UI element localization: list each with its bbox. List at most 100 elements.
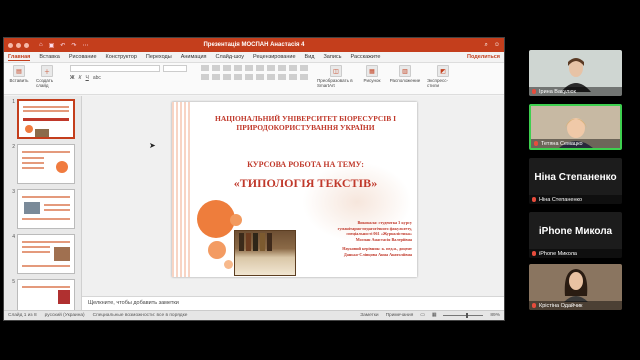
- tab-tell-me[interactable]: Расскажите: [351, 54, 381, 60]
- paste-button[interactable]: ▤ Вставить: [8, 65, 30, 83]
- tab-insert[interactable]: Вставка: [39, 54, 59, 60]
- slide-number: 1: [12, 99, 15, 105]
- slide-number: 2: [12, 144, 15, 150]
- language-indicator[interactable]: русский (Украина): [45, 313, 85, 318]
- university-title[interactable]: НАЦІОНАЛЬНИЙ УНІВЕРСИТЕТ БІОРЕСУРСІВ І П…: [202, 114, 409, 132]
- undo-icon[interactable]: ↶: [60, 42, 65, 49]
- slide-thumbnail[interactable]: 4: [7, 234, 81, 274]
- participant-name: Ірина Вакулюк: [539, 88, 576, 95]
- comments-toggle-button[interactable]: Примечания: [386, 313, 414, 318]
- tab-slideshow[interactable]: Слайд-шоу: [216, 54, 245, 60]
- advisor-line: Данько-Сліпцова Анна Анатоліївна: [343, 251, 412, 257]
- decor-circle: [208, 241, 226, 259]
- picture-label: Рисунок: [363, 78, 381, 83]
- muted-mic-icon: [532, 89, 536, 94]
- save-icon[interactable]: ▣: [49, 42, 55, 49]
- arrange-button[interactable]: ▥ Расположение: [389, 65, 421, 83]
- topic-title[interactable]: «ТИПОЛОГІЯ ТЕКСТІВ»: [202, 176, 409, 191]
- slide-number: 4: [12, 234, 15, 240]
- more-icon[interactable]: ⋯: [82, 42, 88, 49]
- notes-toggle-button[interactable]: Заметки: [360, 313, 378, 318]
- mouse-cursor-icon: ➤: [149, 141, 156, 150]
- decor-circle: [230, 214, 242, 226]
- muted-mic-icon: [534, 141, 538, 146]
- search-icon[interactable]: ⌕: [484, 42, 487, 49]
- maximize-window-button[interactable]: [24, 42, 29, 48]
- tab-draw[interactable]: Рисование: [69, 54, 97, 60]
- quick-styles-button[interactable]: ◩ Экспресс-стили: [427, 65, 459, 88]
- close-window-button[interactable]: [8, 42, 13, 48]
- slide-thumbnail-pane: 1 2 3 4 5: [4, 96, 82, 310]
- accessibility-status[interactable]: Специальные возможности: все в порядке: [93, 313, 188, 318]
- slide-thumbnail[interactable]: 3: [7, 189, 81, 229]
- powerpoint-window: ⌂ ▣ ↶ ↷ ⋯ Презентація МОСПАН Анастасія 4…: [3, 37, 505, 321]
- underline-button[interactable]: Ч: [85, 75, 88, 81]
- status-bar: Слайд 1 из 8 русский (Украина) Специальн…: [4, 310, 504, 320]
- new-slide-label: Создать слайд: [36, 78, 54, 88]
- decor-circle: [224, 260, 233, 269]
- slide-thumbnail[interactable]: 2: [7, 144, 81, 184]
- slide-number: 5: [12, 279, 15, 285]
- picture-button[interactable]: ▦ Рисунок: [361, 65, 383, 83]
- quick-styles-icon: ◩: [437, 65, 449, 77]
- decorative-stripes: [172, 102, 190, 277]
- current-slide[interactable]: НАЦІОНАЛЬНИЙ УНІВЕРСИТЕТ БІОРЕСУРСІВ І П…: [172, 102, 417, 277]
- tab-view[interactable]: Вид: [305, 54, 315, 60]
- alignment-controls[interactable]: [201, 74, 311, 80]
- list-controls[interactable]: [201, 65, 311, 71]
- minimize-window-button[interactable]: [16, 42, 21, 48]
- ribbon: ▤ Вставить ＋ Создать слайд Ж К Ч abc ◫ П…: [4, 63, 504, 95]
- tab-home[interactable]: Главная: [8, 54, 31, 61]
- clipboard-icon: ▤: [13, 65, 25, 77]
- notes-pane[interactable]: Щелкните, чтобы добавить заметки: [82, 296, 504, 310]
- tab-design[interactable]: Конструктор: [106, 54, 137, 60]
- slide-thumbnail[interactable]: 5: [7, 279, 81, 310]
- slide-thumbnail[interactable]: 1: [7, 99, 81, 139]
- strikethrough-button[interactable]: abc: [93, 75, 101, 81]
- tab-record[interactable]: Запись: [323, 54, 341, 60]
- participant-tile[interactable]: iPhone Микола iPhone Микола: [529, 212, 622, 258]
- convert-smartart-button[interactable]: ◫ Преобразовать в SmartArt: [317, 65, 355, 88]
- paragraph-group: [201, 65, 311, 80]
- workspace: 1 2 3 4 5 НАЦІОНАЛЬНИЙ УНІВЕРСИТЕТ БІОРЕ…: [4, 96, 504, 310]
- new-slide-button[interactable]: ＋ Создать слайд: [36, 65, 58, 88]
- arrange-icon: ▥: [399, 65, 411, 77]
- participant-name: Тетяна Семацко: [541, 140, 583, 147]
- participant-video: [563, 269, 588, 302]
- sorter-view-icon[interactable]: ▦: [432, 313, 437, 318]
- italic-button[interactable]: К: [79, 75, 82, 81]
- redo-icon[interactable]: ↷: [71, 42, 76, 49]
- zoom-slider[interactable]: [443, 313, 484, 318]
- title-bar: ⌂ ▣ ↶ ↷ ⋯ Презентація МОСПАН Анастасія 4…: [4, 38, 504, 52]
- participant-tile[interactable]: Ірина Вакулюк: [529, 50, 622, 96]
- author-info[interactable]: Виконала: студентка 3 курсу гуманітарно-…: [300, 220, 412, 258]
- conference-stage: ⌂ ▣ ↶ ↷ ⋯ Презентація МОСПАН Анастасія 4…: [0, 0, 640, 360]
- course-heading[interactable]: КУРСОВА РОБОТА НА ТЕМУ:: [202, 160, 409, 169]
- tab-review[interactable]: Рецензирование: [253, 54, 295, 60]
- share-button[interactable]: Поделиться: [467, 54, 500, 60]
- slide-number: 3: [12, 189, 15, 195]
- normal-view-icon[interactable]: ▭: [420, 313, 425, 318]
- tab-animations[interactable]: Анимация: [181, 54, 207, 60]
- user-icon[interactable]: ☺: [494, 42, 500, 49]
- participant-name: iPhone Микола: [539, 250, 577, 257]
- font-size-select[interactable]: [163, 65, 187, 72]
- bold-button[interactable]: Ж: [70, 75, 75, 81]
- zoom-level[interactable]: 89%: [490, 313, 500, 318]
- books-image[interactable]: [234, 230, 296, 276]
- convert-smartart-label: Преобразовать в SmartArt: [317, 78, 353, 88]
- participant-tile[interactable]: Крістіна Одайчик: [529, 264, 622, 310]
- arrange-label: Расположение: [389, 78, 421, 83]
- participant-tile[interactable]: Ніна Степаненко Ніна Степаненко: [529, 158, 622, 204]
- font-group: Ж К Ч abc: [70, 65, 187, 81]
- paste-label: Вставить: [9, 78, 29, 83]
- muted-mic-icon: [532, 251, 536, 256]
- slide-editor[interactable]: НАЦІОНАЛЬНИЙ УНІВЕРСИТЕТ БІОРЕСУРСІВ І П…: [82, 96, 504, 310]
- participant-tile[interactable]: Тетяна Семацко: [529, 104, 622, 150]
- tab-transitions[interactable]: Переходы: [146, 54, 172, 60]
- muted-mic-icon: [532, 197, 536, 202]
- home-icon[interactable]: ⌂: [39, 42, 43, 49]
- font-family-select[interactable]: [70, 65, 160, 72]
- new-slide-icon: ＋: [41, 65, 53, 77]
- muted-mic-icon: [532, 303, 536, 308]
